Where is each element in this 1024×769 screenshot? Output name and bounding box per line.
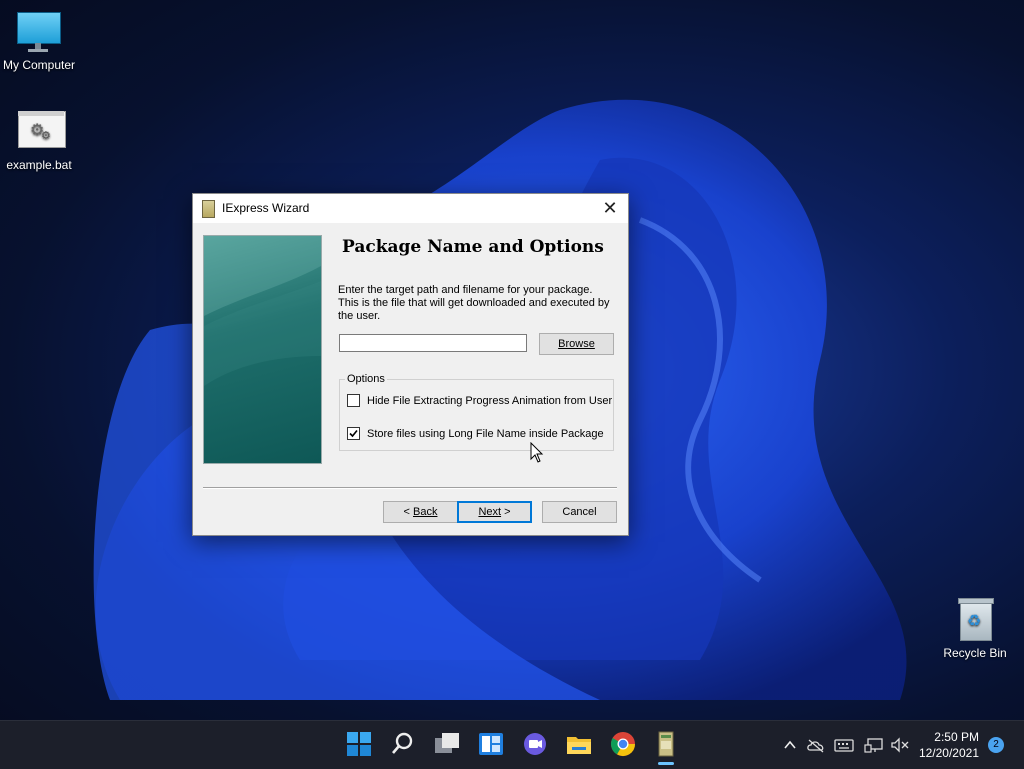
desktop-icon-example-bat[interactable]: ⚙ ⚙ example.bat <box>0 110 79 172</box>
desktop-icon-label: example.bat <box>6 158 72 172</box>
option-hide-progress[interactable]: Hide File Extracting Progress Animation … <box>347 394 612 407</box>
keyboard-icon[interactable] <box>834 737 854 757</box>
next-suffix: > <box>501 506 511 518</box>
recycle-bin-icon: ♻ <box>951 598 999 642</box>
desktop-icon-label: Recycle Bin <box>943 646 1007 660</box>
browse-button[interactable]: Browse <box>539 333 614 355</box>
iexpress-icon[interactable] <box>651 729 681 759</box>
mouse-cursor-icon <box>530 442 544 463</box>
onedrive-icon[interactable] <box>806 737 826 757</box>
cancel-label: Cancel <box>562 506 597 518</box>
chrome-icon[interactable] <box>608 729 638 759</box>
options-legend: Options <box>345 373 387 385</box>
next-label: Next <box>478 506 502 518</box>
title-bar[interactable]: IExpress Wizard ✕ <box>193 194 628 223</box>
widgets-icon[interactable] <box>476 729 506 759</box>
iexpress-icon <box>202 200 215 218</box>
dialog-title: IExpress Wizard <box>222 201 310 215</box>
page-title: Package Name and Options <box>342 237 604 257</box>
options-groupbox <box>339 379 614 451</box>
checkmark-icon <box>349 429 358 438</box>
system-clock[interactable]: 2:50 PM 12/20/2021 <box>919 729 979 761</box>
hide-progress-checkbox[interactable] <box>347 394 360 407</box>
button-separator <box>203 487 617 489</box>
taskbar: 2:50 PM 12/20/2021 2 <box>0 720 1024 769</box>
page-description: Enter the target path and filename for y… <box>338 284 610 322</box>
package-path-input[interactable] <box>339 334 527 352</box>
monitor-icon <box>15 10 63 54</box>
next-button[interactable]: Next > <box>457 501 532 523</box>
notification-badge[interactable]: 2 <box>988 737 1004 753</box>
chevron-up-icon[interactable] <box>782 737 798 757</box>
volume-muted-icon[interactable] <box>890 737 910 757</box>
back-label: Back <box>413 506 438 518</box>
wizard-side-panel <box>203 235 322 464</box>
wizard-panel-graphic <box>204 236 321 386</box>
file-explorer-icon[interactable] <box>564 729 594 759</box>
clock-date: 12/20/2021 <box>918 746 979 760</box>
long-filename-checkbox[interactable] <box>347 427 360 440</box>
back-prefix: < <box>403 506 413 518</box>
start-icon[interactable] <box>344 729 374 759</box>
desktop-icon-my-computer[interactable]: My Computer <box>0 10 79 72</box>
search-icon[interactable] <box>388 729 418 759</box>
option-long-filename[interactable]: Store files using Long File Name inside … <box>347 427 604 440</box>
desktop-icon-recycle-bin[interactable]: ♻ Recycle Bin <box>935 598 1015 660</box>
task-view-icon[interactable] <box>432 729 462 759</box>
desktop-icon-label: My Computer <box>2 58 76 72</box>
cancel-button[interactable]: Cancel <box>542 501 617 523</box>
iexpress-wizard-dialog: IExpress Wizard ✕ Package Name and Optio… <box>192 193 629 536</box>
close-button[interactable]: ✕ <box>592 194 628 223</box>
browse-label: Browse <box>558 338 595 350</box>
network-icon[interactable] <box>864 737 884 757</box>
back-button[interactable]: < Back <box>383 501 458 523</box>
option-label: Hide File Extracting Progress Animation … <box>367 394 613 407</box>
active-app-indicator <box>658 762 674 765</box>
batch-file-icon: ⚙ ⚙ <box>15 110 66 154</box>
clock-time: 2:50 PM <box>934 730 979 744</box>
option-label: Store files using Long File Name inside … <box>367 427 604 440</box>
chat-icon[interactable] <box>520 729 550 759</box>
